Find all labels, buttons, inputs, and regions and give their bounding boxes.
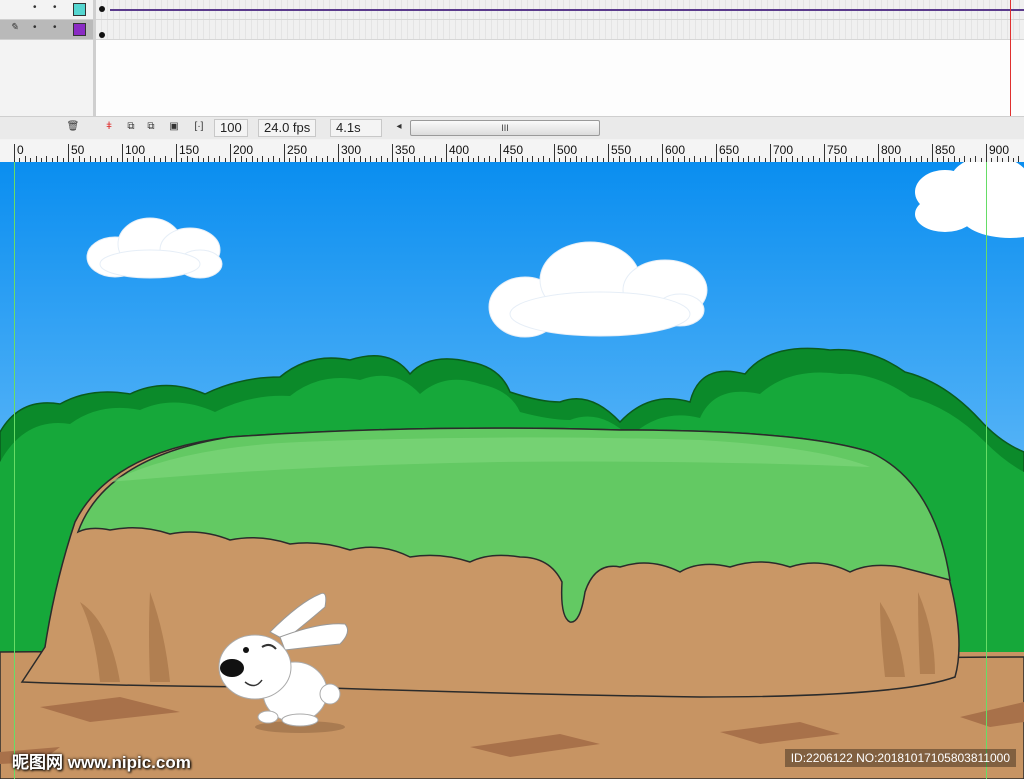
scene-artwork	[0, 162, 1024, 779]
ruler-label: 750	[827, 143, 848, 157]
ruler-label: 650	[719, 143, 740, 157]
ruler-label: 600	[665, 143, 686, 157]
cloud-right	[915, 162, 1024, 238]
timeline-statusbar: 🗑 ǂ ⧉ ⧉ ▣ [·] 100 24.0 fps 4.1s ◂ III	[0, 116, 1024, 139]
ruler-label: 250	[287, 143, 308, 157]
edit-multiple-icon[interactable]: ▣	[167, 120, 181, 134]
layer-row-active[interactable]: ✎ • •	[0, 20, 93, 40]
ruler-label: 850	[935, 143, 956, 157]
lock-dot-icon[interactable]: •	[53, 2, 57, 13]
ruler-tick	[608, 144, 609, 162]
playhead[interactable]	[1010, 0, 1011, 116]
keyframe-icon[interactable]	[99, 6, 105, 12]
guide-line-left[interactable]	[14, 162, 15, 779]
frame-row[interactable]	[96, 0, 1024, 20]
ruler-tick	[392, 144, 393, 162]
layer-list: • • ✎ • •	[0, 0, 93, 116]
ruler-label: 400	[449, 143, 470, 157]
frame-grid[interactable]	[96, 0, 1024, 116]
ruler-label: 450	[503, 143, 524, 157]
frame-row[interactable]	[96, 20, 1024, 40]
visibility-dot-icon[interactable]: •	[33, 2, 37, 13]
guide-line-right[interactable]	[986, 162, 987, 779]
layer-color-swatch[interactable]	[73, 23, 86, 36]
ruler-tick	[14, 144, 15, 162]
ruler-tick	[824, 144, 825, 162]
ruler-tick	[878, 144, 879, 162]
keyframe-icon[interactable]	[99, 32, 105, 38]
ruler-tick	[122, 144, 123, 162]
ruler-tick	[68, 144, 69, 162]
watermark-right: ID:2206122 NO:20181017105803811000	[784, 749, 1016, 767]
ruler-label: 900	[989, 143, 1010, 157]
visibility-dot-icon[interactable]: •	[33, 22, 37, 33]
onion-outline-icon[interactable]: ⧉	[144, 120, 158, 134]
timeline-scrollbar[interactable]: III	[410, 120, 600, 136]
ruler-tick	[716, 144, 717, 162]
ruler-label: 100	[125, 143, 146, 157]
ruler-tick	[500, 144, 501, 162]
ruler-label: 800	[881, 143, 902, 157]
elapsed-time: 4.1s	[330, 119, 382, 137]
ruler-label: 350	[395, 143, 416, 157]
scroll-left-icon[interactable]: ◂	[392, 120, 406, 134]
ruler-tick	[554, 144, 555, 162]
onion-markers-icon[interactable]: [·]	[192, 120, 206, 134]
ruler-label: 150	[179, 143, 200, 157]
ruler-tick	[284, 144, 285, 162]
horizontal-ruler: 0 50 100 150 200 250 300 350 400 450 500 550 600 650 7…	[0, 140, 1024, 163]
ruler-tick	[932, 144, 933, 162]
ruler-tick	[230, 144, 231, 162]
frame-rate[interactable]: 24.0 fps	[258, 119, 317, 137]
ruler-tick	[986, 144, 987, 162]
watermark-left: 昵图网 www.nipic.com	[12, 753, 191, 772]
ruler-label: 550	[611, 143, 632, 157]
ruler-label: 50	[71, 143, 85, 157]
ruler-tick	[770, 144, 771, 162]
ruler-label: 300	[341, 143, 362, 157]
center-frame-icon[interactable]: ǂ	[102, 120, 116, 134]
trash-icon[interactable]: 🗑	[66, 120, 80, 134]
ruler-tick	[446, 144, 447, 162]
motion-tween	[110, 9, 1024, 11]
timeline-panel: • • ✎ • • 🗑 ǂ ⧉ ⧉ ▣ [·] 100 24.0 fps 4.1…	[0, 0, 1024, 139]
onion-skin-icon[interactable]: ⧉	[124, 120, 138, 134]
lock-dot-icon[interactable]: •	[53, 22, 57, 33]
current-frame: 100	[214, 119, 248, 137]
layer-row[interactable]: • •	[0, 0, 93, 20]
ruler-tick	[662, 144, 663, 162]
ruler-tick	[176, 144, 177, 162]
ruler-label: 0	[17, 143, 24, 157]
layer-color-swatch[interactable]	[73, 3, 86, 16]
ruler-label: 700	[773, 143, 794, 157]
pencil-icon: ✎	[10, 22, 19, 33]
ruler-label: 200	[233, 143, 254, 157]
ruler-tick	[338, 144, 339, 162]
ruler-label: 500	[557, 143, 578, 157]
stage-canvas[interactable]	[0, 162, 1024, 779]
